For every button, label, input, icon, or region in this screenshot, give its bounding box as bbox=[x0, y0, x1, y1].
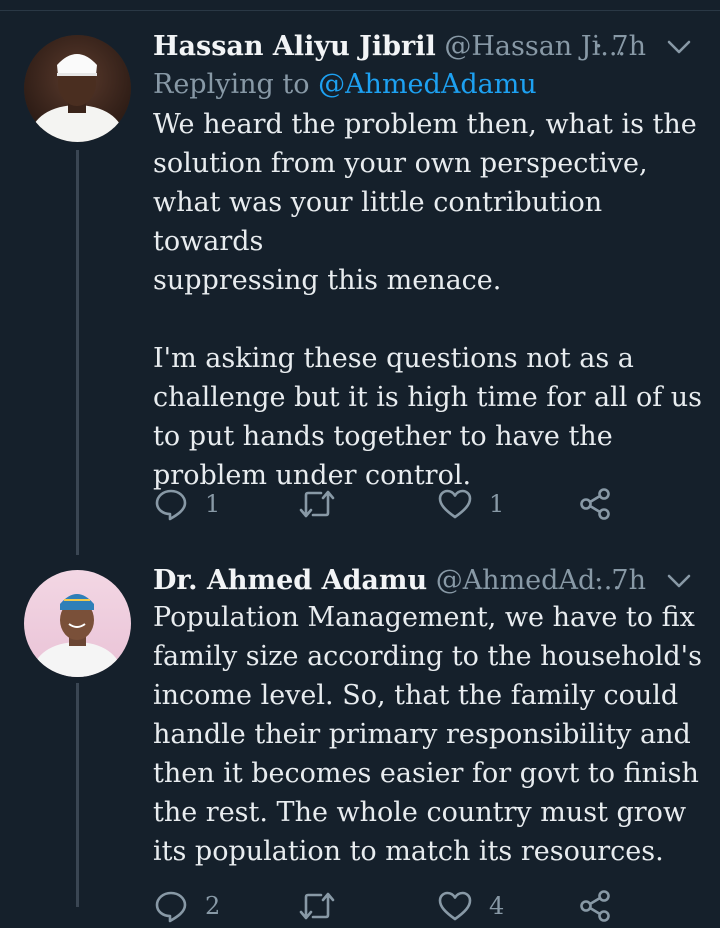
replying-to-label: Replying to bbox=[153, 69, 319, 100]
text-line: family size according to the household's bbox=[153, 641, 702, 672]
text-line: solution from your own perspective, bbox=[153, 148, 648, 179]
replying-to: Replying to @AhmedAdamu bbox=[153, 68, 720, 102]
tweet-text: Population Management, we have to fix fa… bbox=[153, 598, 720, 871]
like-count: 1 bbox=[489, 490, 505, 518]
thread-line bbox=[76, 150, 79, 555]
reply-count: 1 bbox=[205, 490, 221, 518]
like-icon bbox=[438, 489, 472, 519]
share-icon bbox=[580, 488, 610, 520]
retweet-button[interactable] bbox=[297, 486, 353, 522]
like-count: 4 bbox=[489, 892, 505, 920]
share-button[interactable] bbox=[577, 486, 613, 522]
author-name[interactable]: Hassan Aliyu Jibril bbox=[153, 31, 436, 62]
tweet-header: Hassan Aliyu Jibril @Hassan Ji... · 7h bbox=[153, 30, 720, 64]
like-button[interactable]: 4 bbox=[437, 888, 504, 924]
timestamp[interactable]: · 7h bbox=[594, 564, 646, 598]
text-line: I'm asking these questions not as a bbox=[153, 343, 634, 374]
retweet-icon bbox=[299, 490, 335, 518]
text-line: handle their primary responsibility and bbox=[153, 719, 691, 750]
avatar[interactable] bbox=[24, 35, 131, 142]
chevron-down-icon[interactable] bbox=[666, 36, 692, 58]
text-line: the rest. The whole country must grow bbox=[153, 797, 687, 828]
share-button[interactable] bbox=[577, 888, 613, 924]
text-line: income level. So, that the family could bbox=[153, 680, 679, 711]
text-line: Population Management, we have to fix bbox=[153, 602, 695, 633]
like-button[interactable]: 1 bbox=[437, 486, 504, 522]
text-line: then it becomes easier for govt to finis… bbox=[153, 758, 699, 789]
avatar[interactable] bbox=[24, 570, 131, 677]
tweet[interactable]: Dr. Ahmed Adamu @AhmedAd... · 7h Populat… bbox=[153, 564, 720, 871]
text-line: to put hands together to have the bbox=[153, 421, 613, 452]
like-icon bbox=[438, 891, 472, 921]
tweet-header: Dr. Ahmed Adamu @AhmedAd... · 7h bbox=[153, 564, 720, 598]
mention-link[interactable]: @AhmedAdamu bbox=[318, 69, 537, 100]
reply-button[interactable]: 1 bbox=[153, 486, 220, 522]
divider bbox=[0, 10, 720, 11]
retweet-icon bbox=[299, 892, 335, 920]
tweet[interactable]: Hassan Aliyu Jibril @Hassan Ji... · 7h R… bbox=[153, 30, 720, 495]
reply-count: 2 bbox=[205, 892, 221, 920]
text-line: challenge but it is high time for all of… bbox=[153, 382, 703, 413]
tweet-text: We heard the problem then, what is the s… bbox=[153, 105, 720, 495]
text-line: its population to match its resources. bbox=[153, 836, 664, 867]
thread-line bbox=[76, 683, 79, 907]
tweet-actions: 2 4 bbox=[153, 888, 720, 928]
timestamp[interactable]: · 7h bbox=[594, 30, 646, 64]
author-name[interactable]: Dr. Ahmed Adamu bbox=[153, 565, 427, 596]
reply-icon bbox=[155, 891, 187, 923]
reply-icon bbox=[155, 489, 187, 521]
text-line: suppressing this menace. bbox=[153, 265, 502, 296]
text-line: what was your little contribution toward… bbox=[153, 187, 603, 257]
reply-button[interactable]: 2 bbox=[153, 888, 220, 924]
tweet-actions: 1 1 bbox=[153, 486, 720, 526]
chevron-down-icon[interactable] bbox=[666, 570, 692, 592]
share-icon bbox=[580, 890, 610, 922]
author-handle[interactable]: @AhmedAd... bbox=[436, 565, 621, 596]
text-line: We heard the problem then, what is the bbox=[153, 109, 697, 140]
retweet-button[interactable] bbox=[297, 888, 353, 924]
